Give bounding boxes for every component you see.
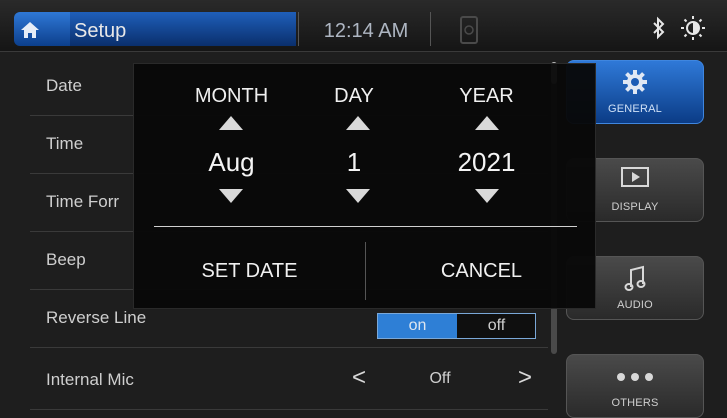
phone-icon: [460, 16, 478, 44]
setting-row-internal-mic: Internal Mic: [30, 352, 548, 410]
dialog-divider: [154, 226, 577, 227]
mic-previous-button[interactable]: <: [352, 364, 366, 392]
month-down-arrow[interactable]: [219, 189, 243, 203]
divider: [298, 12, 299, 46]
clock: 12:14 AM: [323, 20, 409, 42]
day-value: 1: [346, 147, 362, 177]
cancel-button[interactable]: CANCEL: [366, 242, 597, 300]
display-icon: [621, 167, 649, 187]
more-dots-icon: [617, 373, 653, 381]
setting-label: Beep: [46, 250, 86, 269]
setting-label: Internal Mic: [46, 370, 134, 389]
setting-label: Date: [46, 76, 82, 95]
mic-value: Off: [429, 370, 451, 387]
month-value: Aug: [208, 147, 255, 177]
set-date-button[interactable]: SET DATE: [134, 242, 365, 300]
toggle-on-option[interactable]: on: [378, 314, 457, 338]
toggle-off-option[interactable]: off: [458, 314, 535, 338]
music-note-icon: [624, 265, 646, 291]
page-title: Setup: [74, 20, 127, 42]
year-value: 2021: [457, 147, 516, 177]
mic-next-button[interactable]: >: [518, 364, 532, 392]
day-up-arrow[interactable]: [346, 116, 370, 130]
status-bar: Setup 12:14 AM: [0, 0, 727, 52]
month-up-arrow[interactable]: [219, 116, 243, 130]
year-down-arrow[interactable]: [475, 189, 499, 203]
day-down-arrow[interactable]: [346, 189, 370, 203]
month-header: MONTH: [194, 85, 269, 107]
brightness-icon[interactable]: [679, 14, 707, 42]
day-header: DAY: [334, 85, 374, 107]
date-picker-dialog: MONTH Aug DAY 1 YEAR 2021 SET DATE CANCE…: [133, 63, 596, 309]
category-others[interactable]: OTHERS: [566, 354, 704, 418]
setting-label: Time: [46, 134, 84, 153]
divider: [430, 12, 431, 46]
setting-label: Time Forr: [46, 192, 120, 211]
category-label: OTHERS: [611, 397, 659, 409]
year-up-arrow[interactable]: [475, 116, 499, 130]
home-icon: [21, 22, 39, 38]
setting-label: Reverse Line: [46, 308, 147, 327]
setup-screen: Setup 12:14 AM Date Time Time Forr Beep …: [0, 0, 727, 418]
reverse-line-toggle[interactable]: on off: [377, 313, 536, 339]
bluetooth-icon: [653, 16, 665, 40]
gear-icon: [623, 70, 647, 94]
home-button[interactable]: [14, 12, 70, 46]
year-header: YEAR: [459, 85, 514, 107]
